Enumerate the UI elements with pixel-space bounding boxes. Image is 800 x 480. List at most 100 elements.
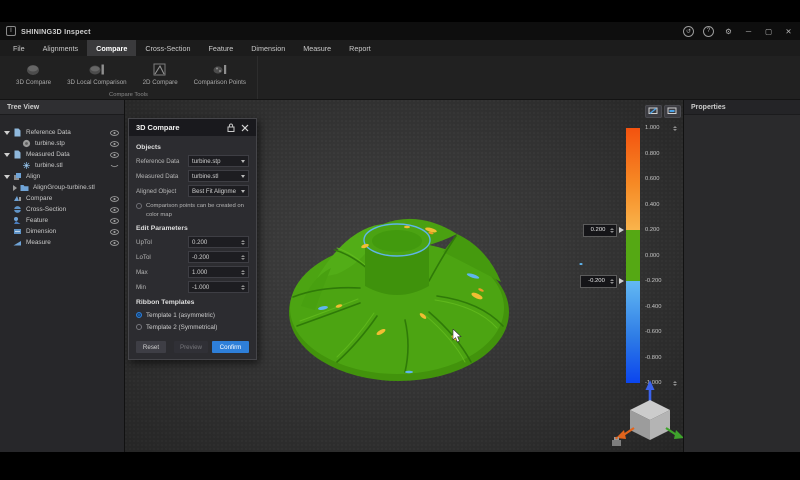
tool-label: 2D Compare [143,79,178,86]
pin-lock-icon[interactable] [227,123,235,132]
menu-cross-section[interactable]: Cross-Section [136,40,199,56]
menu-compare[interactable]: Compare [87,40,136,56]
settings-gear-icon[interactable]: ⚙ [723,26,734,37]
eye-icon[interactable] [110,141,119,147]
tool-3d-compare[interactable]: 3D Compare [10,60,57,88]
3d-viewport[interactable]: 1.000 0.800 0.600 0.400 0.200 0.000 -0.2… [125,100,683,452]
dialog-close-icon[interactable] [241,124,249,132]
tree-item-label: Reference Data [26,129,108,136]
colorbar-tick: -0.600 [645,329,671,335]
max-input[interactable]: 1.000 [188,266,249,278]
eye-icon[interactable] [110,152,119,158]
window-controls: ↺ ? ⚙ ─ ▢ ✕ [683,26,794,37]
eye-icon[interactable] [110,130,119,136]
compare-icon [13,194,22,203]
template1-radio-row[interactable]: Template 1 (asymmetric) [136,310,249,320]
tool-2d-compare[interactable]: 2D Compare [137,60,184,88]
expander-down-icon[interactable] [4,153,10,157]
eye-icon[interactable] [110,196,119,202]
tree-item-reference-data[interactable]: Reference Data [0,127,124,138]
eye-icon[interactable] [110,240,119,246]
field-label: Measured Data [136,173,188,180]
comparison-points-checkbox-row[interactable]: Comparison points can be created on colo… [136,202,249,219]
menu-report[interactable]: Report [340,40,380,56]
spinner-icon[interactable] [610,228,614,233]
spinner-icon[interactable] [241,285,245,290]
undo-icon[interactable]: ↺ [683,26,694,37]
tree-item-cross-section[interactable]: Cross-Section [0,204,124,215]
tool-label: Comparison Points [194,79,246,86]
help-icon[interactable]: ? [703,26,714,37]
menu-feature[interactable]: Feature [199,40,242,56]
tree-item-measured-data[interactable]: Measured Data [0,149,124,160]
maximize-button[interactable]: ▢ [763,26,774,37]
lotol-row: LoTol -0.200 [136,251,249,263]
expander-down-icon[interactable] [4,131,10,135]
radio-icon[interactable] [136,324,142,330]
menu-measure[interactable]: Measure [294,40,340,56]
dialog-header[interactable]: 3D Compare [129,119,256,136]
tree-item-turbine-stp[interactable]: turbine.stp [0,138,124,149]
select-value: Best Fit Alignme [192,188,241,195]
eye-closed-icon[interactable] [110,163,119,169]
radio-selected-icon[interactable] [136,312,142,318]
colorbar-settings-button[interactable] [664,105,681,118]
min-input[interactable]: -1.000 [188,281,249,293]
dialog-buttons: Reset Preview Confirm [136,341,249,353]
spinner-icon[interactable] [241,255,245,260]
title-bar: I SHINING3D Inspect ↺ ? ⚙ ─ ▢ ✕ [0,22,800,40]
tool-comparison-points[interactable]: Comparison Points [188,60,252,88]
eye-icon[interactable] [110,218,119,224]
properties-panel: Properties [683,100,800,452]
reset-button[interactable]: Reset [136,341,166,353]
close-button[interactable]: ✕ [783,26,794,37]
colorbar-max-spinner[interactable] [673,126,677,131]
tool-3d-local-comparison[interactable]: 3D Local Comparison [61,60,133,88]
expander-down-icon[interactable] [4,175,10,179]
expander-right-icon[interactable] [13,185,17,191]
menu-file[interactable]: File [4,40,34,56]
align-icon [13,172,22,181]
menu-alignments[interactable]: Alignments [34,40,88,56]
measured-data-select[interactable]: turbine.stl [188,170,249,182]
spinner-icon[interactable] [241,240,245,245]
spinner-icon[interactable] [241,270,245,275]
tree-item-feature[interactable]: Feature [0,215,124,226]
window-title: SHINING3D Inspect [21,27,91,36]
deviation-colorbar[interactable] [626,128,640,383]
orientation-axis-widget[interactable]: Y [610,378,683,450]
preview-button[interactable]: Preview [174,341,208,353]
tree-item-compare[interactable]: Compare [0,193,124,204]
checkbox-icon[interactable] [136,203,142,209]
document-icon [13,128,22,137]
tree-item-turbine-stl[interactable]: turbine.stl [0,160,124,171]
tool-group-label: Compare Tools [0,92,257,98]
minimize-button[interactable]: ─ [743,26,754,37]
tree-item-measure[interactable]: Measure [0,237,124,248]
lotol-input[interactable]: -0.200 [188,251,249,263]
lower-tolerance-value: -0.200 [583,278,610,284]
aligned-object-select[interactable]: Best Fit Alignme [188,185,249,197]
lower-tolerance-input[interactable]: -0.200 [580,275,617,288]
app-logo-icon: I [6,26,16,36]
colorbar-tick: -0.200 [645,278,671,284]
3d-local-comparison-icon [88,62,106,77]
tree-item-dimension[interactable]: Dimension [0,226,124,237]
dimension-icon [13,227,22,236]
field-label: Reference Data [136,158,188,165]
upper-tolerance-input[interactable]: 0.200 [583,224,617,237]
eye-icon[interactable] [110,229,119,235]
tree-item-label: Cross-Section [26,206,108,213]
eye-icon[interactable] [110,207,119,213]
confirm-button[interactable]: Confirm [212,341,249,353]
param-value: 1.000 [192,269,241,276]
colorbar-edit-button[interactable] [645,105,662,118]
menu-dimension[interactable]: Dimension [242,40,294,56]
colorbar-tick: 0.400 [645,202,671,208]
spinner-icon[interactable] [610,279,614,284]
reference-data-select[interactable]: turbine.stp [188,155,249,167]
tree-item-aligngroup[interactable]: AlignGroup-turbine.stl [0,182,124,193]
template2-radio-row[interactable]: Template 2 (Symmetrical) [136,322,249,332]
tree-item-align[interactable]: Align [0,171,124,182]
uptol-input[interactable]: 0.200 [188,236,249,248]
